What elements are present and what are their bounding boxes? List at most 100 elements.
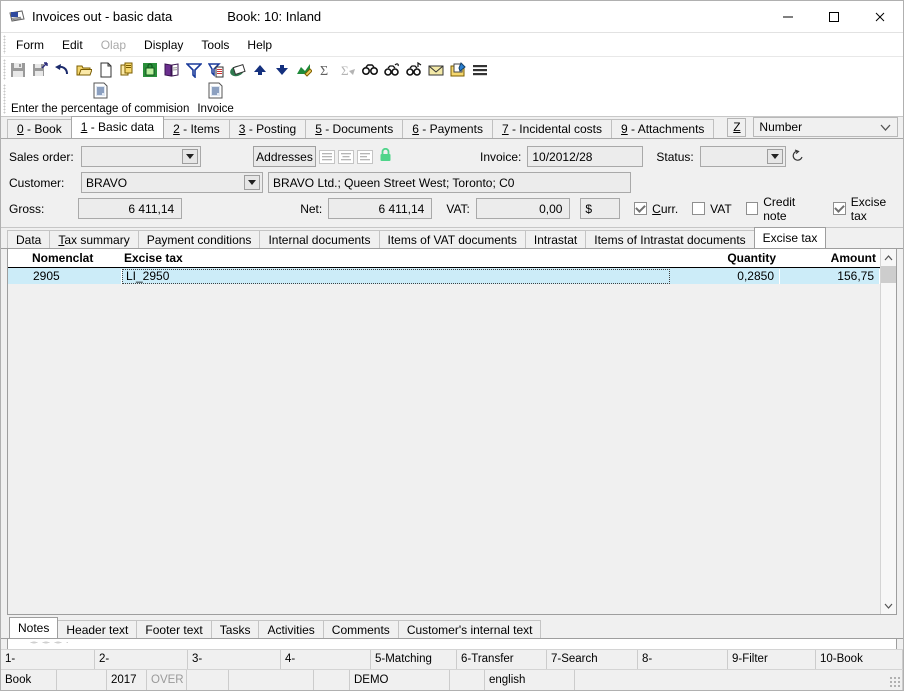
address-center-icon[interactable]: [338, 149, 354, 164]
inner-tab-excise-tax[interactable]: Excise tax: [753, 227, 827, 248]
fkey-9-filter[interactable]: 9-Filter: [728, 650, 816, 669]
status-combo[interactable]: [699, 146, 786, 167]
find-next-icon[interactable]: [383, 61, 401, 79]
find-prev-icon[interactable]: [405, 61, 423, 79]
checkbox-vat-box[interactable]: [692, 202, 706, 215]
close-icon[interactable]: [857, 1, 903, 32]
bottom-tab-header-text[interactable]: Header text: [57, 620, 138, 638]
tab-basic-data[interactable]: 1 - Basic data: [70, 116, 165, 138]
fkey-4[interactable]: 4-: [281, 650, 371, 669]
save-icon[interactable]: [9, 61, 27, 79]
copy-icon[interactable]: [119, 61, 137, 79]
lock-closed-icon[interactable]: [379, 147, 392, 165]
menu-item-display[interactable]: Display: [135, 36, 192, 54]
checkbox-credit-note-box[interactable]: [745, 202, 759, 215]
mail-icon[interactable]: [427, 61, 445, 79]
bottom-tab-notes[interactable]: Notes: [9, 617, 59, 638]
vat-field[interactable]: 0,00: [475, 198, 571, 219]
bottom-tab-comments[interactable]: Comments: [322, 620, 399, 638]
scrollbar-track[interactable]: [881, 283, 896, 597]
menu-item-form[interactable]: Form: [7, 36, 53, 54]
bottom-tab-footer-text[interactable]: Footer text: [136, 620, 212, 638]
cell-excise-tax[interactable]: LI_2950: [122, 268, 670, 284]
table-row[interactable]: 2905 LI_2950 0,2850 156,75: [8, 268, 880, 284]
tab-payments[interactable]: 6 - Payments: [402, 119, 493, 138]
checkbox-excise-tax-box[interactable]: [833, 202, 846, 215]
dropdown-arrow-icon[interactable]: [244, 175, 260, 190]
cell-nomenclature[interactable]: 2905: [30, 268, 122, 284]
down-arrow-icon[interactable]: [273, 61, 291, 79]
inner-tab-intrastat[interactable]: Intrastat: [524, 230, 587, 248]
dropdown-arrow-icon[interactable]: [766, 149, 783, 164]
fkey-8[interactable]: 8-: [638, 650, 728, 669]
fkey-5-matching[interactable]: 5-Matching: [371, 650, 457, 669]
cell-quantity[interactable]: 0,2850: [670, 268, 780, 284]
addresses-button[interactable]: Addresses: [253, 146, 316, 167]
inner-tab-data[interactable]: Data: [7, 230, 51, 248]
inner-tab-items-of-intrastat-documents[interactable]: Items of Intrastat documents: [585, 230, 755, 248]
checkbox-curr[interactable]: Curr.: [634, 202, 678, 216]
cell-amount[interactable]: 156,75: [780, 268, 880, 284]
book-icon[interactable]: [163, 61, 181, 79]
checkbox-credit-note[interactable]: Credit note: [745, 195, 820, 223]
fkey-3[interactable]: 3-: [188, 650, 281, 669]
dropdown-arrow-icon[interactable]: [182, 149, 198, 164]
fkey-6-transfer[interactable]: 6-Transfer: [457, 650, 547, 669]
sort-order-combo[interactable]: Number: [753, 117, 899, 137]
address-left-icon[interactable]: [357, 149, 373, 164]
up-arrow-icon[interactable]: [251, 61, 269, 79]
inner-tab-tax-summary[interactable]: Tax summary: [49, 230, 139, 248]
address-list-icon[interactable]: [319, 149, 335, 164]
fkey-10-book[interactable]: 10-Book: [816, 650, 903, 669]
note-edit-icon[interactable]: [449, 61, 467, 79]
lock-icon[interactable]: [141, 61, 159, 79]
undo-icon[interactable]: [53, 61, 71, 79]
tab-attachments[interactable]: 9 - Attachments: [611, 119, 715, 138]
grid-header-amount[interactable]: Amount: [780, 250, 880, 267]
scroll-down-icon[interactable]: [881, 597, 896, 614]
sum-icon[interactable]: Σ: [317, 61, 335, 79]
menu-item-help[interactable]: Help: [238, 36, 281, 54]
menu-item-tools[interactable]: Tools: [192, 36, 238, 54]
new-document-icon[interactable]: [97, 61, 115, 79]
customer-address-field[interactable]: BRAVO Ltd.; Queen Street West; Toronto; …: [268, 172, 631, 193]
scroll-up-icon[interactable]: [881, 249, 896, 266]
maximize-icon[interactable]: [811, 1, 857, 32]
filter-icon[interactable]: [185, 61, 203, 79]
fkey-1[interactable]: 1-: [1, 650, 95, 669]
net-field[interactable]: 6 411,14: [328, 198, 433, 219]
grid-header-excise-tax[interactable]: Excise tax: [122, 250, 670, 267]
notes-panel[interactable]: [7, 639, 897, 649]
print-icon[interactable]: [229, 61, 247, 79]
checkbox-curr-box[interactable]: [634, 202, 648, 215]
inner-tab-payment-conditions[interactable]: Payment conditions: [137, 230, 261, 248]
customer-combo[interactable]: BRAVO: [81, 172, 263, 193]
invoice-number-field[interactable]: 10/2012/28: [527, 146, 644, 167]
bottom-tab-customers-internal-text[interactable]: Customer's internal text: [397, 620, 542, 638]
menu-item-edit[interactable]: Edit: [53, 36, 92, 54]
invoice-button[interactable]: Invoice: [193, 82, 237, 115]
sales-order-combo[interactable]: [81, 146, 201, 167]
inner-tab-internal-documents[interactable]: Internal documents: [259, 230, 380, 248]
chart-edit-icon[interactable]: [295, 61, 313, 79]
grid-header-quantity[interactable]: Quantity: [670, 250, 780, 267]
find-icon[interactable]: [361, 61, 379, 79]
tab-documents[interactable]: 5 - Documents: [305, 119, 404, 138]
save-as-icon[interactable]: [31, 61, 49, 79]
menu-lines-icon[interactable]: [471, 61, 489, 79]
open-folder-icon[interactable]: [75, 61, 93, 79]
tab-posting[interactable]: 3 - Posting: [228, 119, 307, 138]
tab-book[interactable]: 0 - Book: [7, 119, 72, 138]
resize-grip[interactable]: [889, 676, 901, 688]
filter-document-icon[interactable]: [207, 61, 225, 79]
gross-field[interactable]: 6 411,14: [78, 198, 183, 219]
tab-items[interactable]: 2 - Items: [163, 119, 230, 138]
tab-incidental-costs[interactable]: 7 - Incidental costs: [491, 119, 613, 138]
bottom-tab-tasks[interactable]: Tasks: [210, 620, 260, 638]
grid-header-nomenclature[interactable]: Nomenclat: [30, 250, 122, 267]
z-button[interactable]: Z: [727, 117, 747, 137]
scrollbar-thumb[interactable]: [881, 266, 896, 283]
inner-tab-items-of-vat-documents[interactable]: Items of VAT documents: [378, 230, 526, 248]
minimize-icon[interactable]: [765, 1, 811, 32]
bottom-tab-activities[interactable]: Activities: [258, 620, 324, 638]
